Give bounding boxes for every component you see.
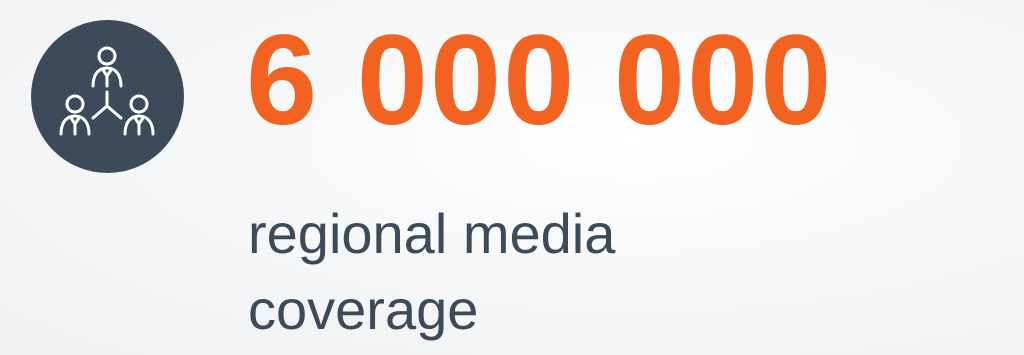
- stat-caption-line-2: coverage: [248, 278, 479, 341]
- stat-card: 6 000 000 regional media coverage: [0, 0, 1024, 355]
- people-network-icon: [31, 20, 184, 173]
- stat-caption-line-1: regional media: [248, 202, 616, 265]
- stat-value: 6 000 000: [246, 9, 834, 152]
- stat-caption: regional media coverage: [248, 196, 948, 348]
